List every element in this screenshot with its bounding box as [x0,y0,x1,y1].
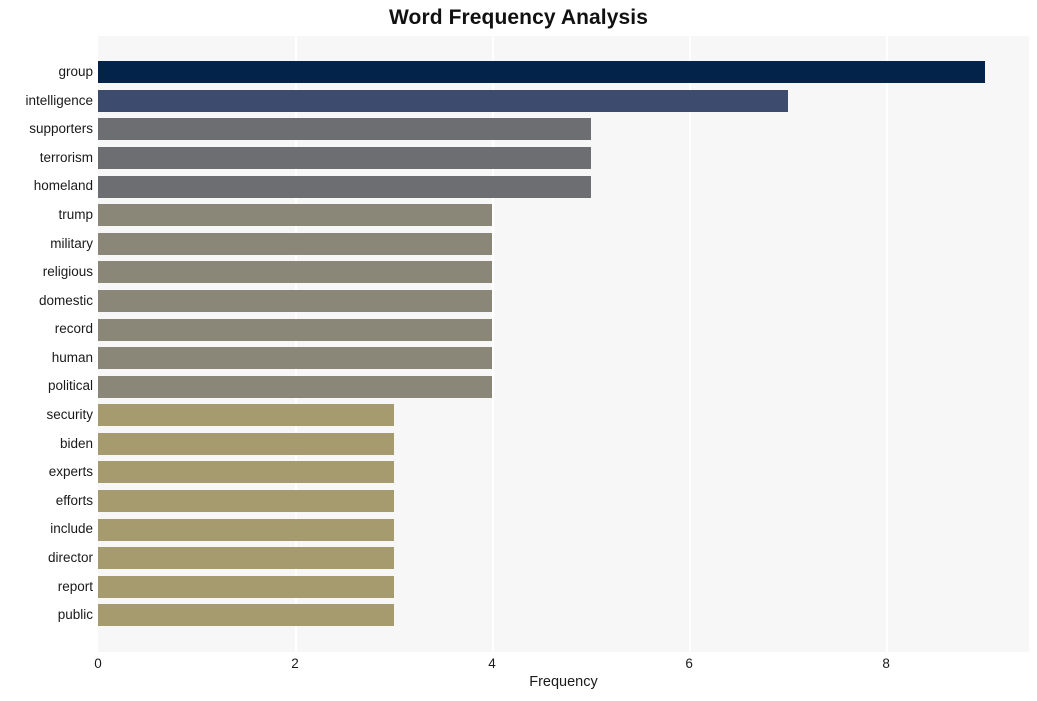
y-axis-tick-label: security [46,407,93,423]
bar[interactable] [98,289,493,312]
y-axis-tick-label: include [50,521,93,537]
y-axis-tick-label: human [51,349,93,365]
bar[interactable] [98,604,394,627]
bar[interactable] [98,547,394,570]
bar[interactable] [98,261,493,284]
bar[interactable] [98,61,985,84]
x-axis-tick-label: 8 [882,656,890,671]
y-axis-tick-label: military [50,235,93,251]
bar[interactable] [98,347,493,370]
chart-title: Word Frequency Analysis [388,6,649,29]
bar[interactable] [98,118,591,141]
x-axis-tick-label: 4 [488,656,496,671]
y-axis-tick-label: director [47,549,93,565]
x-axis-tick-label: 2 [291,656,299,671]
y-axis-tick-label: religious [42,264,93,280]
bar[interactable] [98,375,493,398]
x-axis-ticks: 0 2 4 6 8 [0,652,1037,676]
bar[interactable] [98,404,394,427]
bar[interactable] [98,147,591,170]
bar[interactable] [98,432,394,455]
y-axis-tick-label: public [57,607,93,623]
x-axis-tick-label: 6 [685,656,693,671]
bar[interactable] [98,204,493,227]
y-axis-tick-label: intelligence [25,92,93,108]
y-axis-tick-label: political [47,378,93,394]
bar[interactable] [98,175,591,198]
x-axis-title: Frequency [529,674,598,690]
bar[interactable] [98,318,493,341]
y-axis-tick-label: trump [58,206,93,222]
y-axis-tick-label: domestic [38,292,93,308]
plot-area [98,36,1029,652]
bar[interactable] [98,232,493,255]
y-axis-tick-label: supporters [29,121,93,137]
y-axis-tick-label: record [54,321,93,337]
bars-layer [98,36,1029,652]
bar[interactable] [98,89,788,112]
word-frequency-chart: Word Frequency Analysis group intelligenc… [0,0,1037,701]
y-axis-tick-label: report [57,578,93,594]
y-axis-tick-label: biden [59,435,93,451]
y-axis-tick-label: experts [48,464,93,480]
bar[interactable] [98,461,394,484]
bar[interactable] [98,518,394,541]
y-axis-tick-label: homeland [33,178,93,194]
y-axis-tick-label: efforts [55,492,93,508]
x-axis-tick-label: 0 [94,656,102,671]
bar[interactable] [98,490,394,513]
bar[interactable] [98,575,394,598]
y-axis-labels: group intelligence supporters terrorism home… [0,36,93,652]
y-axis-tick-label: group [58,64,93,79]
y-axis-tick-label: terrorism [39,149,93,165]
